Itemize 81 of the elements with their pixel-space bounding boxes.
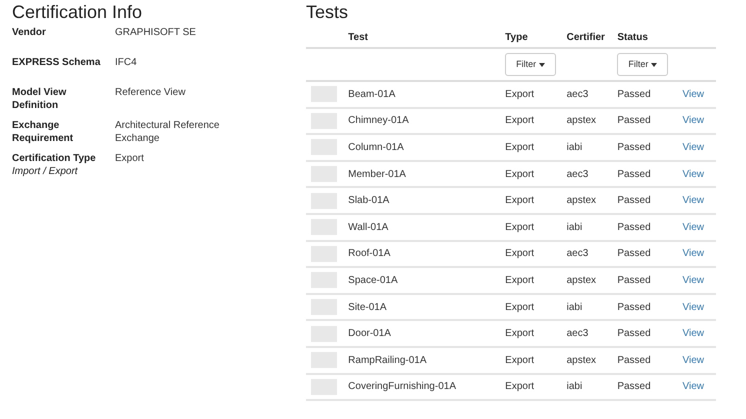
table-cell: aec3 — [566, 328, 588, 340]
table-cell: Passed — [617, 142, 651, 153]
field-value: Architectural Reference Exchange — [115, 120, 220, 144]
table-cell: Passed — [617, 274, 651, 286]
table-cell: Door-01A — [348, 328, 391, 340]
table-cell: aec3 — [566, 88, 588, 100]
table-cell: apstex — [566, 354, 596, 366]
field-value: Export — [115, 153, 144, 164]
field-label: Certification Type — [12, 152, 96, 165]
table-cell: Export — [505, 115, 534, 126]
view-link[interactable]: View — [682, 328, 704, 340]
table-cell: apstex — [566, 274, 596, 286]
table-cell: iabi — [566, 381, 582, 392]
table-cell: Slab-01A — [348, 195, 390, 206]
filter-dropdown[interactable]: Filter — [505, 53, 556, 76]
table-cell: Passed — [617, 248, 651, 260]
table-cell: Export — [505, 381, 534, 392]
view-link[interactable]: View — [682, 274, 704, 286]
section-heading: Certification Info — [12, 1, 142, 23]
table-cell: apstex — [566, 115, 596, 126]
table-cell: Chimney-01A — [348, 115, 409, 126]
caret-icon — [539, 62, 546, 66]
table-cell: aec3 — [566, 168, 588, 180]
table-cell: Wall-01A — [348, 222, 388, 233]
column-header: Certifier — [566, 32, 605, 43]
field-label: EXPRESS Schema — [12, 56, 100, 69]
table-cell: Passed — [617, 354, 651, 366]
table-cell: Space-01A — [348, 274, 398, 286]
table-cell: Export — [505, 88, 534, 100]
field-value: GRAPHISOFT SE — [115, 27, 196, 38]
table-cell: Export — [505, 354, 534, 366]
view-link[interactable]: View — [682, 302, 704, 313]
table-cell: Passed — [617, 195, 651, 206]
table-cell: Export — [505, 248, 534, 260]
table-cell: Export — [505, 195, 534, 206]
table-cell: iabi — [566, 302, 582, 313]
table-cell: Column-01A — [348, 142, 404, 153]
table-cell: Site-01A — [348, 302, 387, 313]
table-cell: Passed — [617, 88, 651, 100]
column-header: Status — [617, 32, 648, 43]
view-link[interactable]: View — [682, 222, 704, 233]
table-cell: Passed — [617, 381, 651, 392]
field-sublabel: Import / Export — [12, 165, 78, 178]
table-cell: RampRailing-01A — [348, 354, 427, 366]
table-cell: Passed — [617, 328, 651, 340]
field-value: IFC4 — [115, 57, 137, 68]
view-link[interactable]: View — [682, 142, 704, 153]
field-value: Reference View — [115, 87, 186, 98]
table-cell: Passed — [617, 168, 651, 180]
table-cell: Roof-01A — [348, 248, 390, 260]
view-link[interactable]: View — [682, 195, 704, 206]
table-cell: Member-01A — [348, 168, 406, 180]
view-link[interactable]: View — [682, 115, 704, 126]
section-heading: Tests — [306, 1, 348, 23]
view-link[interactable]: View — [682, 248, 704, 260]
table-cell: Beam-01A — [348, 88, 396, 100]
table-cell: Export — [505, 142, 534, 153]
table-cell: Export — [505, 168, 534, 180]
table-cell: Passed — [617, 302, 651, 313]
table-cell: Export — [505, 222, 534, 233]
table-cell: Export — [505, 274, 534, 286]
column-header: Type — [505, 32, 528, 43]
table-cell: Export — [505, 302, 534, 313]
view-link[interactable]: View — [682, 168, 704, 180]
field-label: Model View Definition — [12, 86, 68, 112]
filter-dropdown[interactable]: Filter — [617, 53, 668, 76]
table-cell: CoveringFurnishing-01A — [348, 381, 456, 392]
table-cell: iabi — [566, 222, 582, 233]
caret-icon — [651, 62, 658, 66]
view-link[interactable]: View — [682, 354, 704, 366]
field-label: Vendor — [12, 26, 46, 39]
table-cell: aec3 — [566, 248, 588, 260]
table-cell: Passed — [617, 115, 651, 126]
table-cell: Passed — [617, 222, 651, 233]
field-label: Exchange Requirement — [12, 119, 74, 145]
table-cell: Export — [505, 328, 534, 340]
table-cell: iabi — [566, 142, 582, 153]
table-cell: apstex — [566, 195, 596, 206]
view-link[interactable]: View — [682, 88, 704, 100]
column-header: Test — [348, 32, 368, 43]
view-link[interactable]: View — [682, 381, 704, 392]
